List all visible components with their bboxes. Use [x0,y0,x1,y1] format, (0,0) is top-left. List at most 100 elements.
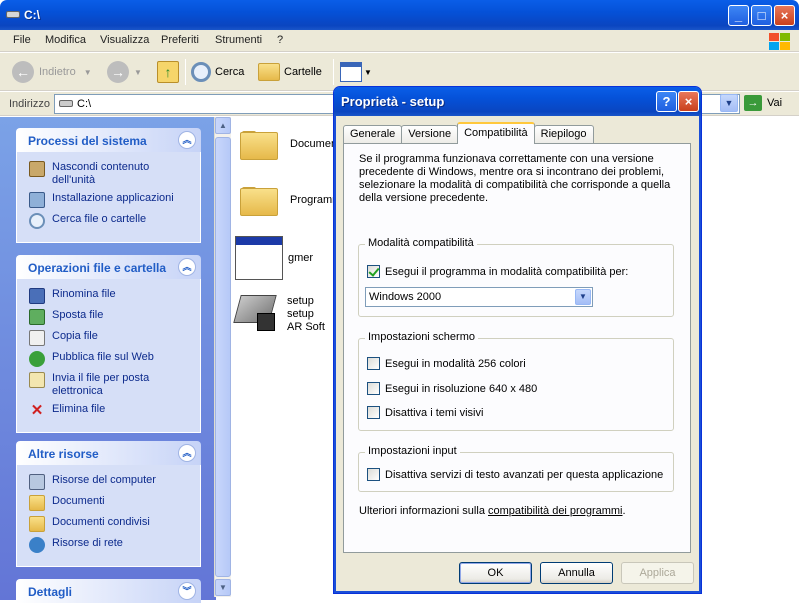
scroll-thumb[interactable] [215,137,231,577]
minimize-button[interactable]: _ [728,5,749,26]
folders-button[interactable]: Cartelle [258,59,322,85]
dropdown-arrow-icon: ▼ [134,67,142,77]
file-name: setup setup AR Soft [287,295,325,334]
scroll-up-button[interactable]: ▲ [215,117,231,134]
panel-header[interactable]: Processi del sistema ︽ [16,128,201,152]
back-button[interactable]: ← Indietro ▼ [12,59,92,85]
tab-riepilogo[interactable]: Riepilogo [533,125,594,144]
search-label: Cerca [215,66,245,78]
intro-text: Se il programma funzionava correttamente… [359,153,671,204]
compatibility-help-link[interactable]: compatibilità dei programmi [488,505,623,517]
place-network[interactable]: Risorse di rete [29,537,194,553]
task-hide-contents[interactable]: Nascondi contenuto dell'unità [29,161,194,187]
file-item[interactable]: gmer [235,236,313,280]
task-label: Rinomina file [52,288,116,300]
checkbox-label: Esegui in risoluzione 640 x 480 [385,382,538,395]
panel-title: Operazioni file e cartella [28,261,167,275]
place-my-computer[interactable]: Risorse del computer [29,474,194,490]
dialog-title-bar[interactable]: Proprietà - setup ? × [334,87,701,116]
collapse-icon[interactable]: ︽ [178,131,196,149]
checkbox-advanced-text-services[interactable]: Disattiva servizi di testo avanzati per … [367,468,663,481]
compatibility-panel: Se il programma funzionava correttamente… [343,143,691,553]
my-computer-icon [29,474,45,490]
file-company-line: AR Soft [287,320,325,333]
dropdown-arrow-icon: ▼ [83,67,92,77]
checkbox-disable-themes[interactable]: Disattiva i temi visivi [367,406,483,419]
file-item[interactable]: Documen [240,128,337,160]
network-icon [29,537,45,553]
menu-preferiti[interactable]: Preferiti [161,34,199,46]
search-button[interactable]: Cerca [191,59,244,85]
collapse-icon[interactable]: ︽ [178,444,196,462]
menu-modifica[interactable]: Modifica [45,34,86,46]
file-name-line: setup [287,294,314,307]
place-shared-documents[interactable]: Documenti condivisi [29,516,194,532]
checkbox-label: Disattiva servizi di testo avanzati per … [385,468,664,481]
cancel-button[interactable]: Annulla [540,562,613,584]
tab-compatibilita[interactable]: Compatibilità [457,122,535,144]
views-button[interactable]: ▼ [340,59,372,85]
task-label: Pubblica file sul Web [52,351,154,363]
ok-button[interactable]: OK [459,562,532,584]
tab-generale[interactable]: Generale [343,125,403,144]
task-publish-web[interactable]: Pubblica file sul Web [29,351,194,367]
menu-file[interactable]: File [13,34,31,46]
task-search-files[interactable]: Cerca file o cartelle [29,213,194,229]
display-settings-group: Impostazioni schermo Esegui in modalità … [358,331,674,431]
menu-strumenti[interactable]: Strumenti [215,34,262,46]
rename-icon [29,288,45,304]
scroll-down-button[interactable]: ▼ [215,579,231,596]
folder-icon [29,516,45,532]
vertical-scrollbar[interactable]: ▲ ▼ [214,117,231,597]
menu-visualizza[interactable]: Visualizza [100,34,149,46]
move-icon [29,309,45,325]
checkbox-640x480[interactable]: Esegui in risoluzione 640 x 480 [367,382,537,395]
place-documents[interactable]: Documenti [29,495,194,511]
task-add-remove-programs[interactable]: Installazione applicazioni [29,192,194,208]
explorer-title-bar[interactable]: C:\ _ □ × [0,0,799,30]
menu-bar: File Modifica Visualizza Preferiti Strum… [0,30,799,52]
folders-icon [258,63,280,81]
compat-mode-checkbox[interactable]: Esegui il programma in modalità compatib… [367,265,628,278]
chevron-down-icon[interactable]: ▼ [575,289,591,305]
task-label: Copia file [52,330,98,342]
task-email-file[interactable]: Invia il file per posta elettronica [29,372,194,398]
setup-icon [233,291,281,337]
input-settings-group: Impostazioni input Disattiva servizi di … [358,445,674,492]
panel-header[interactable]: Altre risorse ︽ [16,441,201,465]
help-button[interactable]: ? [656,91,677,112]
checkbox [367,382,380,395]
panel-file-folder-tasks: Operazioni file e cartella ︽ Rinomina fi… [16,255,201,433]
close-button[interactable]: × [774,5,795,26]
task-rename-file[interactable]: Rinomina file [29,288,194,304]
dialog-close-button[interactable]: × [678,91,699,112]
panel-header[interactable]: Dettagli ︾ [16,579,201,603]
back-arrow-icon: ← [12,61,34,83]
menu-help[interactable]: ? [277,34,283,46]
properties-dialog: Proprietà - setup ? × Generale Versione … [333,86,702,594]
forward-button[interactable]: → ▼ [107,59,142,85]
task-move-file[interactable]: Sposta file [29,309,194,325]
os-select[interactable]: Windows 2000 ▼ [365,287,593,307]
tab-versione[interactable]: Versione [401,125,459,144]
address-dropdown-button[interactable]: ▼ [720,94,738,112]
collapse-icon[interactable]: ︽ [178,258,196,276]
panel-other-places: Altre risorse ︽ Risorse del computer Doc… [16,441,201,567]
forward-arrow-icon: → [107,61,129,83]
dropdown-arrow-icon: ▼ [364,67,372,77]
task-label: Invia il file per posta elettronica [52,372,150,397]
checkbox-256-colors[interactable]: Esegui in modalità 256 colori [367,357,526,370]
file-item[interactable]: Programm [240,184,341,216]
panel-header[interactable]: Operazioni file e cartella ︽ [16,255,201,279]
compat-mode-group: Modalità compatibilità Esegui il program… [358,237,674,317]
apply-button[interactable]: Applica [621,562,694,584]
task-delete-file[interactable]: ✕ Elimina file [29,403,194,419]
go-button[interactable]: → Vai [744,95,782,111]
expand-icon[interactable]: ︾ [178,582,196,600]
panel-details: Dettagli ︾ [16,579,201,603]
place-label: Risorse del computer [52,474,156,486]
maximize-button[interactable]: □ [751,5,772,26]
file-item-setup[interactable]: setup setup AR Soft [233,291,325,337]
task-copy-file[interactable]: Copia file [29,330,194,346]
up-folder-button[interactable]: ↑ [157,59,179,85]
